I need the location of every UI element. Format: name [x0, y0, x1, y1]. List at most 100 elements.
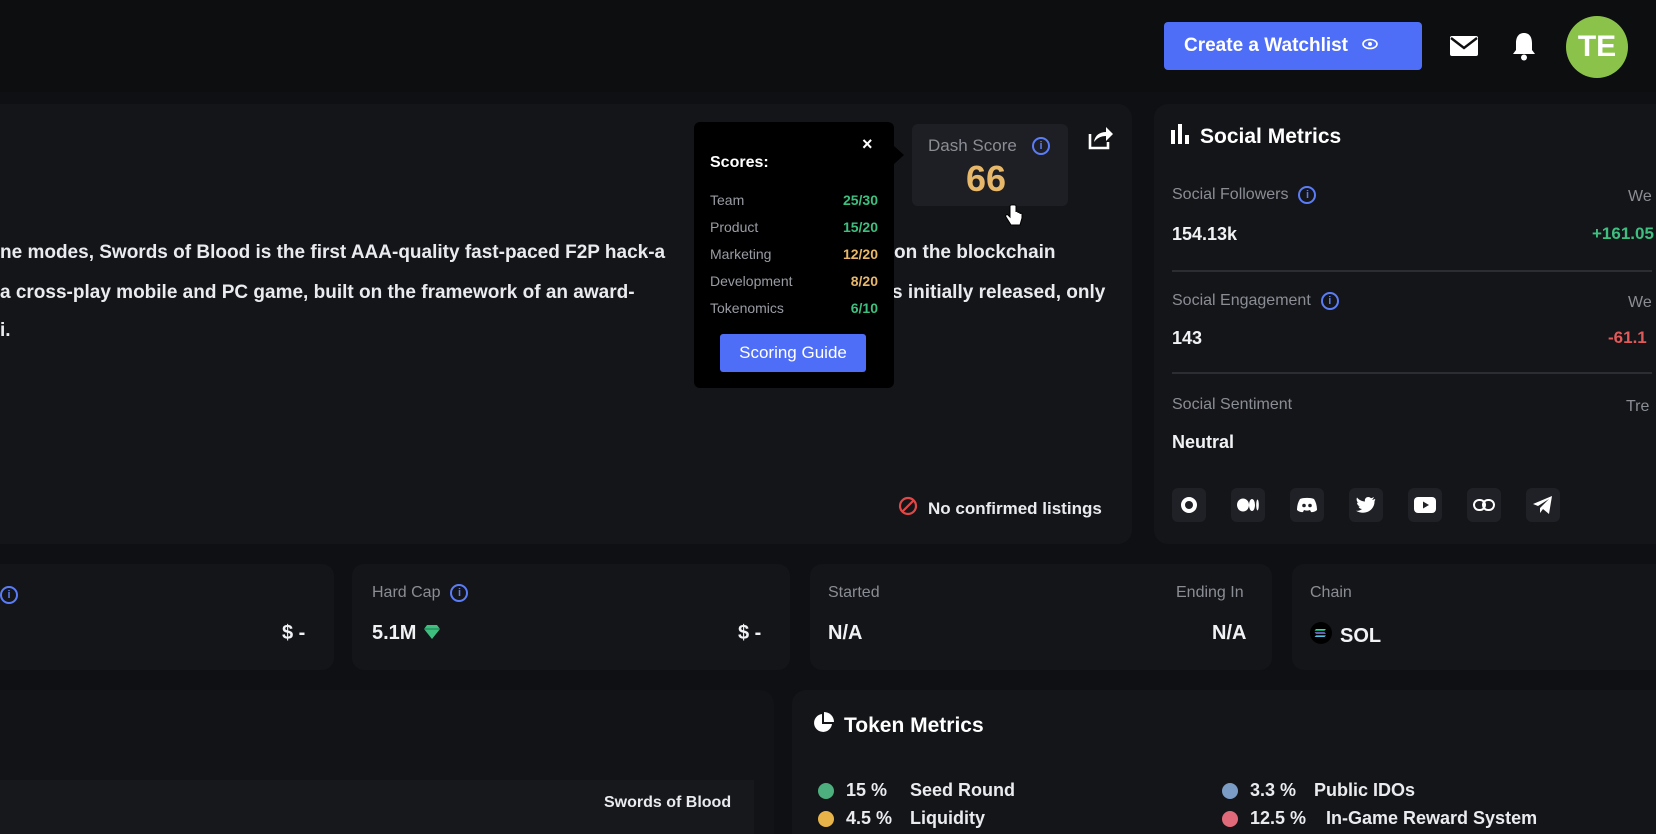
token-metric-pct: 4.5 % — [846, 808, 893, 828]
social-engagement-label-text: Social Engagement — [1172, 292, 1311, 309]
chain-value: SOL — [1310, 622, 1381, 650]
info-icon[interactable]: i — [450, 584, 469, 602]
social-sentiment-trend: Tre — [1626, 398, 1650, 415]
info-icon[interactable]: i — [1320, 292, 1339, 310]
description-line-1: ne modes, Swords of Blood is the first A… — [0, 242, 666, 263]
info-icon[interactable]: i — [1298, 186, 1317, 204]
info-icon[interactable]: i — [1032, 137, 1050, 155]
legend-dot — [1222, 782, 1238, 799]
hard-cap-label: Hard Cap i — [372, 584, 469, 602]
score-row-tokenomics: Tokenomics 6/10 — [710, 300, 878, 316]
score-value: 8/20 — [850, 273, 878, 289]
score-value: 25/30 — [842, 192, 878, 208]
hard-cap-value: 5.1M — [372, 622, 441, 645]
score-name: Team — [710, 192, 745, 208]
social-followers-period: We — [1628, 188, 1652, 205]
token-metric-label: Liquidity — [910, 808, 985, 828]
project-name: Swords of Blood — [604, 794, 732, 811]
link-icon[interactable] — [1467, 488, 1501, 522]
dash-score-value: 66 — [966, 158, 1007, 199]
social-metrics-card — [1154, 104, 1656, 544]
token-metric-pct: 12.5 % — [1250, 808, 1307, 828]
scores-title: Scores: — [710, 154, 769, 171]
ending-in-value: N/A — [1212, 622, 1247, 644]
first-stat-value: $ - — [282, 622, 306, 644]
solana-icon — [1310, 622, 1332, 650]
social-engagement-label: Social Engagement i — [1172, 292, 1339, 310]
hard-cap-card: Hard Cap i 5.1M $ - — [352, 564, 790, 670]
score-name: Product — [710, 219, 759, 235]
hard-cap-right-value: $ - — [738, 622, 762, 644]
stat-card-first: i $ - — [0, 564, 334, 670]
social-engagement-change: -61.1 — [1608, 328, 1647, 347]
pie-chart-icon — [812, 712, 834, 740]
token-metric-label: Public IDOs — [1314, 780, 1416, 800]
legend-dot — [818, 782, 834, 799]
token-metrics-title: Token Metrics — [812, 712, 984, 740]
score-name: Tokenomics — [710, 300, 784, 316]
token-metric-pct: 15 % — [846, 780, 888, 800]
youtube-icon[interactable] — [1408, 488, 1442, 522]
score-value: 6/10 — [850, 300, 878, 316]
chain-label: Chain — [1310, 584, 1352, 601]
no-listings-status: No confirmed listings — [898, 496, 1102, 521]
share-icon[interactable] — [1086, 124, 1118, 156]
create-watchlist-button[interactable]: Create a Watchlist — [1164, 22, 1422, 70]
bell-icon[interactable] — [1504, 26, 1544, 66]
description-line-3: i. — [0, 320, 11, 341]
prohibited-icon — [898, 496, 918, 521]
twitter-icon[interactable] — [1349, 488, 1383, 522]
social-sentiment-label: Social Sentiment — [1172, 396, 1292, 414]
no-listings-label: No confirmed listings — [928, 498, 1102, 518]
token-metric-label: Seed Round — [910, 780, 1016, 800]
social-engagement-value: 143 — [1172, 328, 1203, 348]
description-line-1-right: on the blockchain — [894, 242, 1056, 263]
description-line-2-right: s initially released, only — [892, 282, 1106, 303]
scores-popup: × Scores: Team 25/30 Product 15/20 Marke… — [694, 122, 904, 388]
scoring-guide-button[interactable]: Scoring Guide — [720, 334, 866, 372]
eye-icon — [1362, 37, 1378, 55]
telegram-icon[interactable] — [1526, 488, 1560, 522]
hard-cap-value-text: 5.1M — [372, 622, 417, 644]
token-metric-pct: 3.3 % — [1250, 780, 1297, 800]
started-value: N/A — [828, 622, 863, 644]
bar-chart-icon — [1170, 124, 1190, 150]
github-icon[interactable] — [1172, 488, 1206, 522]
chain-card: Chain SOL — [1292, 564, 1656, 670]
ending-in-label: Ending In — [1176, 584, 1244, 601]
avatar[interactable]: TE — [1566, 16, 1628, 78]
hand-cursor-icon — [1004, 204, 1024, 233]
score-row-marketing: Marketing 12/20 — [710, 246, 878, 262]
social-engagement-period: We — [1628, 294, 1652, 311]
discord-icon[interactable] — [1290, 488, 1324, 522]
social-metrics-title-text: Social Metrics — [1200, 125, 1342, 148]
social-sentiment-value: Neutral — [1172, 432, 1235, 452]
started-label: Started — [828, 584, 880, 601]
diamond-icon — [424, 622, 441, 645]
mail-icon[interactable] — [1444, 26, 1484, 66]
social-sentiment-label-text: Social Sentiment — [1172, 396, 1293, 413]
info-icon[interactable]: i — [0, 586, 18, 604]
token-metric-item: 15 % Seed Round — [818, 780, 1015, 801]
token-metric-item: 4.5 % Liquidity — [818, 808, 985, 829]
dash-score-box[interactable]: Dash Score i 66 — [912, 124, 1068, 206]
social-links — [1172, 488, 1560, 522]
score-row-product: Product 15/20 — [710, 219, 878, 235]
divider — [1172, 372, 1652, 374]
legend-dot — [1222, 810, 1238, 827]
legend-dot — [818, 810, 834, 827]
close-icon[interactable]: × — [862, 134, 873, 155]
score-value: 15/20 — [842, 219, 878, 235]
score-row-development: Development 8/20 — [710, 273, 878, 289]
score-name: Development — [710, 273, 793, 289]
social-metrics-title: Social Metrics — [1170, 124, 1341, 150]
timeline-card: Started N/A Ending In N/A — [810, 564, 1272, 670]
social-followers-change: +161.05 — [1592, 224, 1654, 243]
dash-score-label: Dash Score — [928, 136, 1017, 155]
token-metric-item: 3.3 % Public IDOs — [1222, 780, 1415, 801]
description-line-2: a cross-play mobile and PC game, built o… — [0, 282, 635, 303]
medium-icon[interactable] — [1231, 488, 1265, 522]
social-followers-label-text: Social Followers — [1172, 186, 1289, 203]
score-row-team: Team 25/30 — [710, 192, 878, 208]
chain-value-text: SOL — [1340, 624, 1382, 647]
